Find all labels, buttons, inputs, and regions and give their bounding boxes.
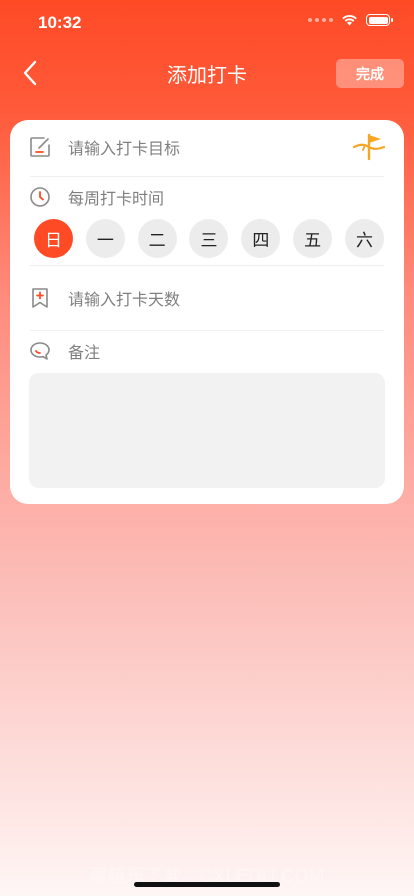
flag-icon bbox=[352, 133, 386, 161]
cellular-signal-icon bbox=[308, 18, 333, 22]
day-wed[interactable]: 三 bbox=[189, 219, 229, 258]
day-thu[interactable]: 四 bbox=[241, 219, 281, 258]
day-mon[interactable]: 一 bbox=[85, 219, 125, 258]
remark-label: 备注 bbox=[68, 343, 101, 362]
status-time: 10:32 bbox=[38, 13, 82, 32]
weekly-label: 每周打卡时间 bbox=[68, 189, 165, 208]
status-bar: 10:32 bbox=[0, 0, 414, 47]
form-card: 请输入打卡目标 每周打卡时间 日 一 二 三 四 五 六 请输入打卡天数 备注 bbox=[10, 120, 404, 504]
chat-bubble-icon bbox=[29, 340, 51, 362]
battery-icon bbox=[366, 14, 393, 26]
day-sat[interactable]: 六 bbox=[344, 219, 384, 258]
remark-row: 备注 bbox=[10, 335, 404, 367]
remark-textarea[interactable] bbox=[29, 373, 385, 488]
nav-bar: 添加打卡 完成 bbox=[0, 47, 414, 99]
goal-input[interactable]: 请输入打卡目标 bbox=[68, 135, 180, 159]
weekly-row: 每周打卡时间 bbox=[10, 181, 404, 213]
edit-note-icon bbox=[29, 136, 51, 158]
day-sun[interactable]: 日 bbox=[34, 219, 73, 258]
clock-icon bbox=[29, 186, 51, 208]
days-row[interactable]: 请输入打卡天数 bbox=[10, 282, 404, 314]
target-flag-button[interactable] bbox=[352, 131, 386, 161]
weekday-selector: 日 一 二 三 四 五 六 bbox=[34, 219, 384, 259]
goal-row[interactable]: 请输入打卡目标 bbox=[10, 131, 404, 163]
day-tue[interactable]: 二 bbox=[137, 219, 177, 258]
wifi-icon bbox=[342, 15, 357, 26]
days-input[interactable]: 请输入打卡天数 bbox=[68, 286, 180, 310]
divider bbox=[30, 265, 384, 266]
done-button[interactable]: 完成 bbox=[336, 59, 404, 88]
bookmark-plus-icon bbox=[29, 287, 51, 309]
home-indicator bbox=[134, 882, 280, 887]
divider bbox=[30, 330, 384, 331]
day-fri[interactable]: 五 bbox=[293, 219, 333, 258]
status-icons bbox=[308, 14, 393, 26]
divider bbox=[30, 176, 384, 177]
